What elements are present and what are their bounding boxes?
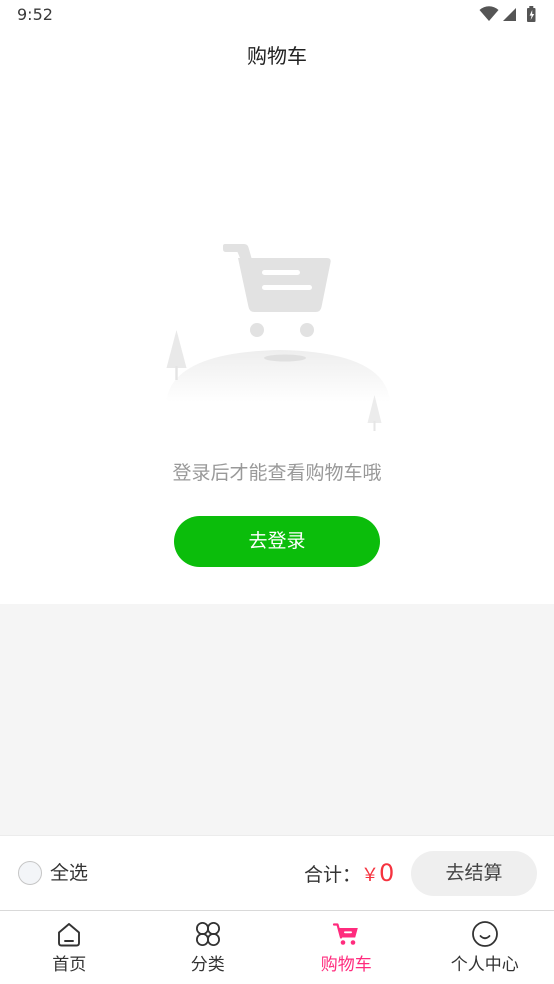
cart-basket-line — [262, 270, 300, 275]
tab-cart[interactable]: 购物车 — [277, 911, 416, 984]
total-price: 合计：￥0 — [304, 851, 394, 896]
signal-icon — [503, 8, 516, 21]
tab-label: 购物车 — [320, 955, 372, 975]
battery-icon — [527, 6, 536, 22]
empty-message: 登录后才能查看购物车哦 — [172, 462, 382, 484]
tab-label: 个人中心 — [450, 955, 519, 975]
total-amount: 0 — [379, 859, 395, 887]
checkout-bar: 全选 合计：￥0 去结算 — [0, 836, 554, 910]
select-all-radio[interactable] — [18, 861, 42, 885]
wifi-icon — [479, 6, 499, 21]
tab-home[interactable]: 首页 — [0, 911, 139, 984]
tab-profile[interactable]: 个人中心 — [416, 911, 554, 984]
bottom-tab-bar: 首页 分类 购物车 个人中心 — [0, 910, 554, 984]
tab-category[interactable]: 分类 — [139, 911, 278, 984]
page-title: 购物车 — [247, 44, 307, 68]
cart-wheel — [250, 323, 264, 337]
status-icons — [479, 6, 536, 22]
category-icon — [195, 922, 220, 946]
smile-icon — [471, 921, 498, 947]
status-time: 9:52 — [17, 5, 53, 24]
checkout-button[interactable]: 去结算 — [411, 851, 537, 896]
currency-symbol: ￥ — [361, 865, 380, 886]
cart-icon — [333, 923, 359, 945]
select-all-label[interactable]: 全选 — [50, 861, 88, 885]
tab-label: 分类 — [190, 955, 225, 975]
cart-handle — [223, 244, 252, 258]
empty-cart-illustration — [166, 244, 390, 431]
total-label: 合计： — [304, 864, 362, 886]
login-button[interactable]: 去登录 — [174, 516, 380, 567]
tab-label: 首页 — [52, 955, 87, 975]
ground-shadow — [264, 354, 306, 362]
cart-wheel — [300, 323, 314, 337]
home-icon — [58, 923, 81, 947]
cart-basket-line — [262, 285, 312, 290]
